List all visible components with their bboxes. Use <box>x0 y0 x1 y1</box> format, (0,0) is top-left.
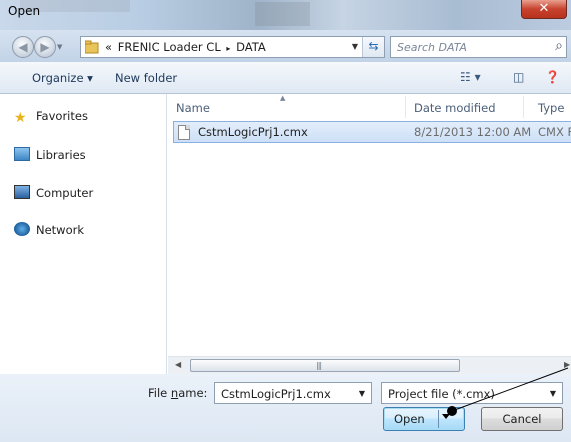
sidebar-item-label: Network <box>36 223 85 237</box>
sidebar-item-label: Favorites <box>36 109 88 123</box>
file-name-label: File name: <box>148 386 208 400</box>
close-button[interactable]: ✕ <box>521 0 567 19</box>
refresh-icon[interactable]: ⇆ <box>362 37 384 57</box>
window-title: Open <box>8 4 41 18</box>
breadcrumb: « FRENIC Loader CL ▸ DATA <box>105 40 268 54</box>
back-arrow-icon[interactable]: ◀ <box>12 36 34 58</box>
search-input[interactable]: Search DATA <box>397 41 467 54</box>
file-list: ▲ Name Date modified Type CstmLogicPrj1.… <box>168 94 571 356</box>
sort-ascending-icon: ▲ <box>280 94 286 102</box>
network-icon <box>14 222 30 236</box>
scroll-thumb[interactable]: ||| <box>190 359 460 372</box>
navigation-bar: ◀ ▶ ▼ « FRENIC Loader CL ▸ DATA ▼ ⇆ Sear… <box>0 30 571 62</box>
sidebar-item-label: Computer <box>36 186 94 200</box>
new-folder-button[interactable]: New folder <box>115 71 177 85</box>
sidebar-item-computer[interactable]: Computer <box>14 185 93 203</box>
split-divider <box>438 410 439 428</box>
chevron-down-icon[interactable]: ▼ <box>550 389 556 398</box>
cancel-button[interactable]: Cancel <box>481 407 563 431</box>
column-header-name[interactable]: Name <box>176 101 210 115</box>
computer-icon <box>14 185 30 199</box>
file-date: 8/21/2013 12:00 AM <box>414 125 532 139</box>
breadcrumb-prefix[interactable]: « <box>105 40 112 54</box>
address-bar[interactable]: « FRENIC Loader CL ▸ DATA ▼ ⇆ <box>80 36 385 58</box>
breadcrumb-item-frenic[interactable]: FRENIC Loader CL <box>118 40 221 54</box>
address-dropdown-icon[interactable]: ▼ <box>352 42 358 51</box>
file-name-input[interactable]: CstmLogicPrj1.cmx <box>221 387 331 401</box>
open-button[interactable]: Open <box>383 407 465 431</box>
column-separator[interactable] <box>523 96 524 118</box>
folder-icon <box>85 40 99 54</box>
search-box[interactable]: Search DATA ⌕ <box>390 36 567 58</box>
recent-locations-dropdown[interactable]: ▼ <box>57 43 62 51</box>
file-type-value: Project file (*.cmx) <box>388 387 495 401</box>
scroll-left-icon[interactable]: ◀ <box>175 360 181 369</box>
forward-arrow-icon[interactable]: ▶ <box>34 36 56 58</box>
sidebar-item-libraries[interactable]: Libraries <box>14 147 86 165</box>
file-row[interactable]: CstmLogicPrj1.cmx 8/21/2013 12:00 AM CMX… <box>173 121 571 143</box>
organize-button[interactable]: Organize ▾ <box>32 71 93 85</box>
file-name: CstmLogicPrj1.cmx <box>198 125 308 139</box>
column-header-date[interactable]: Date modified <box>414 101 496 115</box>
help-icon[interactable]: ❓ <box>545 70 560 84</box>
sidebar-item-favorites[interactable]: ★ Favorites <box>14 109 88 127</box>
file-icon <box>178 125 190 140</box>
open-button-label: Open <box>394 412 425 426</box>
open-options-dropdown-icon[interactable] <box>442 414 450 419</box>
column-header-type[interactable]: Type <box>538 101 564 115</box>
search-icon[interactable]: ⌕ <box>555 38 563 54</box>
breadcrumb-separator[interactable]: ▸ <box>226 44 230 53</box>
view-options-icon[interactable]: ☷ ▾ <box>460 70 481 84</box>
file-type: CMX File <box>538 125 571 139</box>
column-separator[interactable] <box>405 96 406 118</box>
horizontal-scrollbar[interactable]: ◀ ||| ▶ <box>168 356 571 374</box>
background-artifact <box>255 2 310 26</box>
star-icon: ★ <box>14 110 27 126</box>
file-name-field[interactable]: CstmLogicPrj1.cmx ▼ <box>214 382 372 404</box>
file-type-select[interactable]: Project file (*.cmx) ▼ <box>381 382 563 404</box>
dialog-footer: File name: CstmLogicPrj1.cmx ▼ Project f… <box>0 374 571 442</box>
preview-pane-icon[interactable]: ◫ <box>513 70 524 84</box>
sidebar-item-label: Libraries <box>36 148 86 162</box>
sidebar-item-network[interactable]: Network <box>14 222 84 240</box>
title-bar[interactable]: Open ✕ <box>0 0 571 30</box>
breadcrumb-item-data[interactable]: DATA <box>236 40 266 54</box>
chevron-down-icon[interactable]: ▼ <box>359 389 365 398</box>
command-bar: Organize ▾ New folder ☷ ▾ ◫ ❓ <box>0 62 571 94</box>
scroll-right-icon[interactable]: ▶ <box>564 360 570 369</box>
scroll-grip-icon: ||| <box>316 361 322 370</box>
library-icon <box>14 147 30 161</box>
navigation-pane: ★ Favorites Libraries Computer Network <box>0 94 167 374</box>
